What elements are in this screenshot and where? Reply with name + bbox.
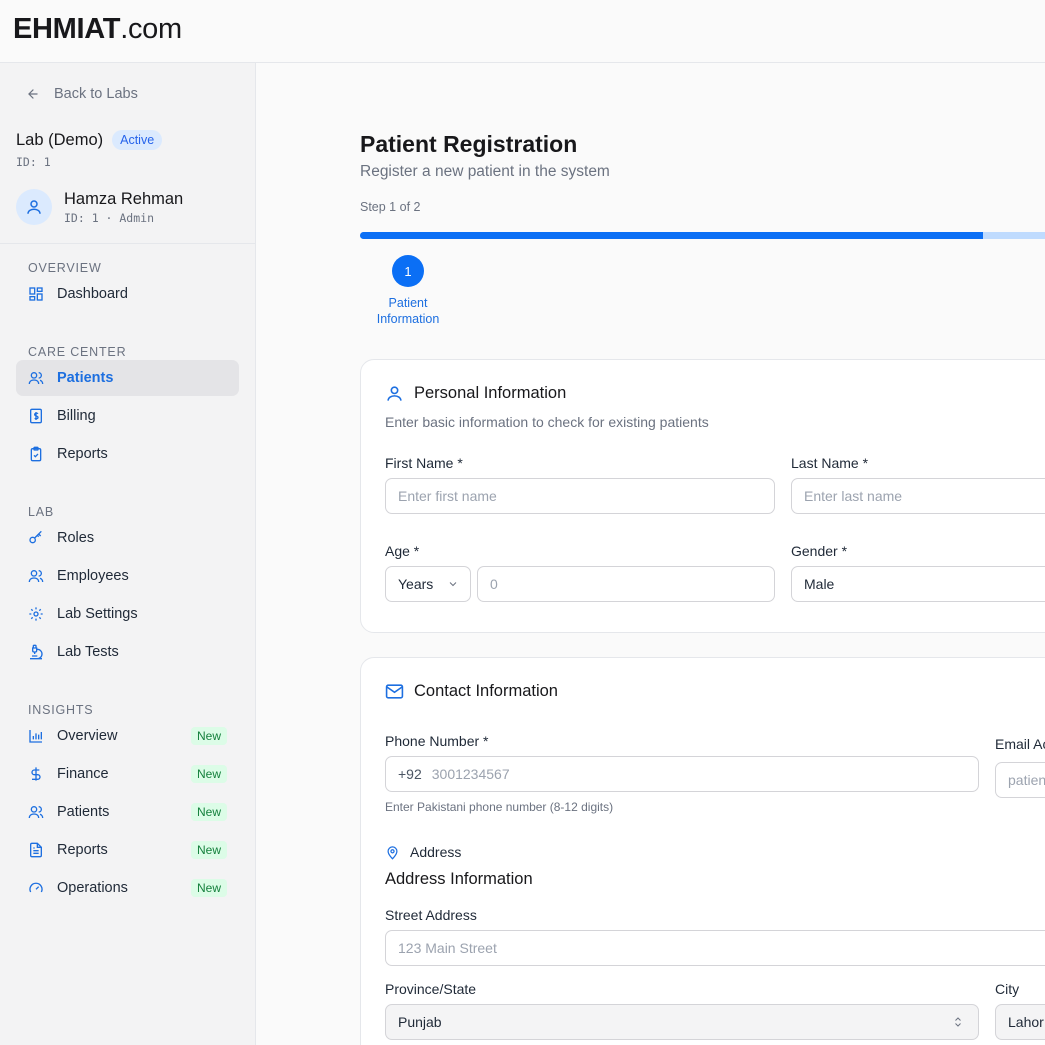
sidebar-item-reports[interactable]: Reports (16, 436, 239, 472)
sidebar-item-insights-operations[interactable]: Operations New (16, 870, 239, 906)
card-title: Contact Information (385, 682, 558, 701)
sidebar-item-billing[interactable]: Billing (16, 398, 239, 434)
step-indicator-text: Step 1 of 2 (360, 200, 421, 214)
sidebar-item-dashboard[interactable]: Dashboard (16, 276, 239, 312)
users-icon (28, 370, 44, 386)
address-heading: Address Information (385, 870, 533, 888)
app-logo[interactable]: EHMIAT.com (13, 13, 182, 46)
back-to-labs-link[interactable]: Back to Labs (26, 86, 138, 102)
gauge-icon (28, 880, 44, 896)
receipt-icon (28, 408, 44, 424)
age-input[interactable]: 0 (477, 566, 775, 602)
main-content: Patient Registration Register a new pati… (256, 63, 1045, 1045)
last-name-label: Last Name * (791, 455, 869, 471)
user-meta: ID: 1 · Admin (64, 211, 155, 225)
gender-label: Gender * (791, 543, 848, 559)
age-unit-select[interactable]: Years (385, 566, 471, 602)
lab-id: ID: 1 (16, 155, 51, 169)
sidebar-item-patients[interactable]: Patients (16, 360, 239, 396)
sidebar-item-insights-finance[interactable]: Finance New (16, 756, 239, 792)
divider (0, 243, 255, 244)
microscope-icon (28, 644, 44, 660)
new-badge: New (190, 803, 227, 821)
dollar-icon (28, 766, 44, 782)
province-label: Province/State (385, 981, 477, 997)
user-icon (387, 386, 402, 401)
clipboard-check-icon (28, 446, 44, 462)
dashboard-icon (28, 286, 44, 302)
page-subtitle: Register a new patient in the system (360, 163, 610, 180)
sidebar-item-insights-reports[interactable]: Reports New (16, 832, 239, 868)
email-label: Email Ac (995, 736, 1045, 752)
new-badge: New (190, 879, 227, 897)
sidebar-item-insights-overview[interactable]: Overview New (16, 718, 239, 754)
new-badge: New (190, 765, 227, 783)
user-name: Hamza Rehman (64, 190, 184, 208)
new-badge: New (190, 727, 227, 745)
section-label-lab: LAB (28, 505, 55, 519)
sidebar-item-lab-tests[interactable]: Lab Tests (16, 634, 239, 670)
bar-chart-icon (28, 728, 44, 744)
street-input[interactable]: 123 Main Street (385, 930, 1045, 966)
contact-information-card: Contact Information Phone Number * +92 3… (360, 657, 1045, 1045)
page-title: Patient Registration (360, 131, 578, 157)
gender-select[interactable]: Male (791, 566, 1045, 602)
map-pin-icon (387, 845, 398, 860)
first-name-label: First Name * (385, 455, 463, 471)
sidebar-item-lab-settings[interactable]: Lab Settings (16, 596, 239, 632)
section-label-care-center: CARE CENTER (28, 345, 127, 359)
progress-fill (360, 232, 983, 239)
chevron-down-icon (449, 582, 457, 587)
sidebar: Back to Labs Lab (Demo) Active ID: 1 Ham… (0, 63, 256, 1045)
phone-input[interactable]: +92 3001234567 (385, 756, 979, 792)
street-label: Street Address (385, 907, 477, 923)
province-select[interactable]: Punjab (385, 1004, 979, 1040)
status-badge: Active (112, 130, 163, 150)
user-icon (27, 200, 41, 214)
mail-icon (385, 684, 404, 699)
progress-bar (360, 232, 1045, 239)
step-circle[interactable]: 1 (392, 255, 424, 287)
gear-icon (28, 606, 44, 622)
personal-information-card: Personal Information Enter basic informa… (360, 359, 1045, 633)
phone-prefix: +92 (398, 766, 422, 782)
first-name-input[interactable]: Enter first name (385, 478, 775, 514)
step-label: Patient Information (376, 296, 440, 326)
arrow-left-icon (28, 89, 38, 99)
city-select[interactable]: Lahor (995, 1004, 1045, 1040)
section-label-insights: INSIGHTS (28, 703, 94, 717)
card-title: Personal Information (385, 384, 566, 403)
phone-hint: Enter Pakistani phone number (8-12 digit… (385, 800, 614, 814)
key-icon (28, 530, 44, 546)
city-label: City (995, 981, 1020, 997)
last-name-input[interactable]: Enter last name (791, 478, 1045, 514)
top-header: EHMIAT.com (0, 0, 1045, 63)
sidebar-item-roles[interactable]: Roles (16, 520, 239, 556)
sidebar-item-employees[interactable]: Employees (16, 558, 239, 594)
avatar (16, 189, 52, 225)
sidebar-item-insights-patients[interactable]: Patients New (16, 794, 239, 830)
address-label: Address (385, 844, 461, 860)
email-input[interactable]: patien (995, 762, 1045, 798)
file-text-icon (28, 842, 44, 858)
new-badge: New (190, 841, 227, 859)
users-icon (28, 804, 44, 820)
card-description: Enter basic information to check for exi… (385, 414, 709, 430)
section-label-overview: OVERVIEW (28, 261, 102, 275)
users-icon (28, 568, 44, 584)
chevron-up-down-icon (955, 1017, 961, 1027)
age-label: Age * (385, 543, 420, 559)
phone-label: Phone Number * (385, 733, 489, 749)
lab-name: Lab (Demo) Active (16, 130, 163, 150)
